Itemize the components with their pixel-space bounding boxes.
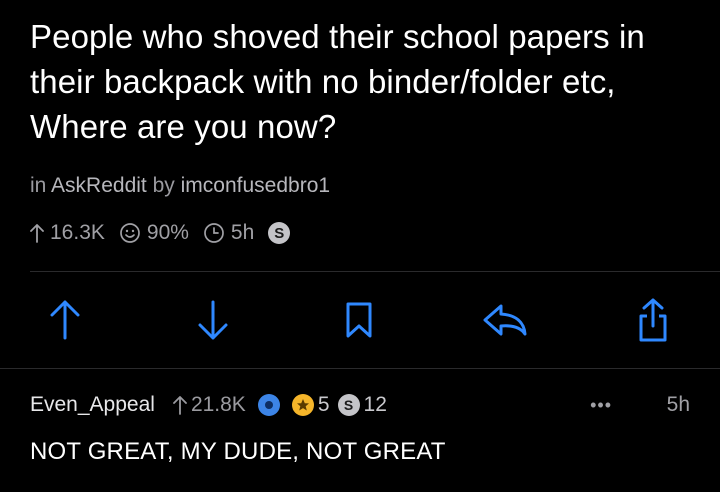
- comment-score-stat: 21.8K: [173, 393, 246, 417]
- post-age: 5h: [230, 221, 255, 244]
- more-options-icon[interactable]: •••: [590, 390, 612, 420]
- reply-button[interactable]: [480, 290, 530, 350]
- silver-count: 12: [363, 393, 387, 416]
- gold-award-icon: [291, 394, 314, 416]
- upvote-icon: [50, 300, 80, 340]
- post-action-bar: [0, 290, 720, 350]
- gold-count: 5: [317, 393, 330, 416]
- in-label: in: [30, 174, 47, 197]
- platinum-award-icon: [257, 394, 280, 416]
- platinum-award[interactable]: [257, 394, 284, 416]
- reply-icon: [483, 304, 527, 336]
- upvote-ratio: 90%: [146, 221, 189, 244]
- score-stat: 16.3K: [30, 221, 105, 245]
- divider: [0, 368, 720, 369]
- age-stat: 5h: [203, 221, 254, 245]
- silver-award-icon: S: [337, 394, 360, 416]
- upvote-button[interactable]: [40, 290, 90, 350]
- post-stats: 16.3K 90% 5h S: [30, 221, 291, 245]
- comment-body: NOT GREAT, MY DUDE, NOT GREAT: [30, 438, 446, 465]
- share-button[interactable]: [628, 290, 678, 350]
- downvote-icon: [198, 300, 228, 340]
- smiley-icon: [120, 223, 140, 243]
- silver-award[interactable]: S 12: [337, 393, 387, 417]
- ratio-stat: 90%: [119, 221, 189, 245]
- post-meta: in AskReddit by imconfusedbro1: [30, 174, 330, 198]
- arrow-up-icon: [173, 396, 187, 415]
- post-score: 16.3K: [50, 221, 105, 244]
- arrow-up-icon: [30, 224, 44, 243]
- silver-award-icon[interactable]: S: [268, 222, 291, 244]
- post-header: People who shoved their school papers in…: [30, 14, 700, 149]
- comment-author[interactable]: Even_Appeal: [30, 393, 155, 417]
- comment-age: 5h: [666, 393, 690, 416]
- downvote-button[interactable]: [188, 290, 238, 350]
- share-icon: [639, 298, 667, 342]
- comment-header: Even_Appeal 21.8K 5 S 12 ••• 5h: [30, 390, 690, 420]
- bookmark-icon: [346, 302, 372, 338]
- post-title[interactable]: People who shoved their school papers in…: [30, 14, 700, 149]
- subreddit-link[interactable]: AskReddit: [51, 174, 147, 197]
- gold-award[interactable]: 5: [291, 393, 330, 417]
- clock-icon: [204, 223, 224, 243]
- divider: [30, 271, 720, 272]
- by-label: by: [152, 174, 175, 197]
- save-button[interactable]: [334, 290, 384, 350]
- author-link[interactable]: imconfusedbro1: [181, 174, 330, 197]
- comment-score: 21.8K: [190, 393, 246, 416]
